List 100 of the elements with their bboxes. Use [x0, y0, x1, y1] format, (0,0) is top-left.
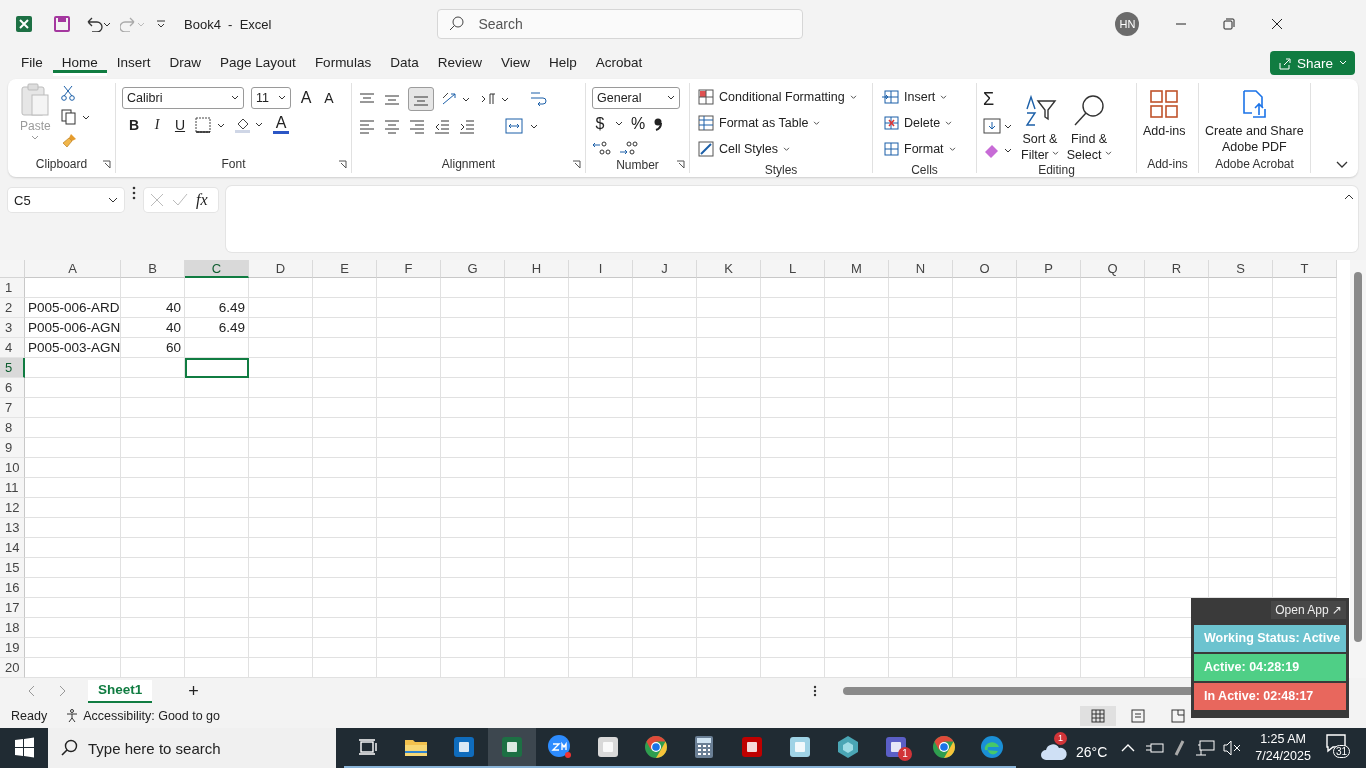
table-cell[interactable]	[633, 638, 697, 658]
table-cell[interactable]	[441, 518, 505, 538]
table-cell[interactable]	[889, 358, 953, 378]
row-header[interactable]: 14	[0, 538, 25, 558]
table-cell[interactable]	[697, 358, 761, 378]
table-cell[interactable]	[697, 438, 761, 458]
open-app-button[interactable]: Open App ↗	[1271, 601, 1346, 619]
table-cell[interactable]	[505, 558, 569, 578]
sort-filter-button[interactable]: Sort & Filter	[1021, 87, 1059, 163]
percent-button[interactable]: %	[630, 115, 646, 133]
table-cell[interactable]	[953, 518, 1017, 538]
table-cell[interactable]	[1209, 378, 1273, 398]
collapse-icon[interactable]	[1344, 194, 1354, 200]
table-cell[interactable]	[25, 498, 121, 518]
clock-time[interactable]: 1:25 AM	[1260, 731, 1306, 748]
table-cell[interactable]	[825, 438, 889, 458]
table-cell[interactable]	[313, 398, 377, 418]
name-box[interactable]: C5	[8, 188, 124, 212]
collapse-ribbon-icon[interactable]	[1336, 161, 1348, 169]
grow-font-button[interactable]: A	[298, 89, 314, 107]
ribbon-tab[interactable]: Review	[428, 50, 491, 76]
table-cell[interactable]	[633, 438, 697, 458]
column-header[interactable]: G	[441, 260, 505, 278]
table-cell[interactable]	[697, 398, 761, 418]
table-cell[interactable]	[1081, 358, 1145, 378]
table-cell[interactable]	[249, 318, 313, 338]
table-cell[interactable]	[1145, 458, 1209, 478]
table-cell[interactable]	[761, 378, 825, 398]
row-header[interactable]: 3	[0, 318, 25, 338]
shrink-font-button[interactable]: A	[321, 90, 337, 106]
table-cell[interactable]	[761, 538, 825, 558]
power-icon[interactable]	[1145, 741, 1166, 755]
row-header[interactable]: 18	[0, 618, 25, 638]
table-cell[interactable]	[1017, 378, 1081, 398]
share-button[interactable]: Share	[1269, 51, 1355, 75]
table-cell[interactable]	[185, 498, 249, 518]
table-cell[interactable]	[377, 498, 441, 518]
table-cell[interactable]	[1081, 338, 1145, 358]
table-cell[interactable]	[953, 278, 1017, 298]
table-cell[interactable]	[825, 458, 889, 478]
table-cell[interactable]	[953, 338, 1017, 358]
column-header[interactable]: J	[633, 260, 697, 278]
table-cell[interactable]	[1081, 438, 1145, 458]
notification-icon[interactable]	[1324, 733, 1347, 753]
table-cell[interactable]	[761, 398, 825, 418]
table-cell[interactable]	[121, 278, 185, 298]
table-cell[interactable]	[1145, 378, 1209, 398]
table-cell[interactable]	[505, 378, 569, 398]
table-cell[interactable]	[1209, 318, 1273, 338]
table-cell[interactable]	[889, 498, 953, 518]
table-cell[interactable]	[697, 538, 761, 558]
table-cell[interactable]	[313, 438, 377, 458]
table-cell[interactable]	[825, 398, 889, 418]
launcher-icon[interactable]	[572, 160, 581, 169]
table-cell[interactable]	[697, 498, 761, 518]
cells-menu-button[interactable]: Format	[881, 139, 968, 159]
table-cell[interactable]	[569, 518, 633, 538]
column-header[interactable]: D	[249, 260, 313, 278]
table-cell[interactable]	[441, 318, 505, 338]
table-cell[interactable]	[953, 578, 1017, 598]
fill-down-icon[interactable]	[983, 118, 1013, 134]
table-cell[interactable]	[121, 538, 185, 558]
table-cell[interactable]	[1081, 458, 1145, 478]
table-cell[interactable]	[505, 358, 569, 378]
table-cell[interactable]	[185, 278, 249, 298]
table-cell[interactable]	[505, 278, 569, 298]
table-cell[interactable]	[1209, 398, 1273, 418]
row-header[interactable]: 11	[0, 478, 25, 498]
currency-button[interactable]: $	[592, 115, 608, 133]
column-header[interactable]: N	[889, 260, 953, 278]
column-header[interactable]: S	[1209, 260, 1273, 278]
table-cell[interactable]	[1273, 278, 1337, 298]
ribbon-tab[interactable]: Help	[539, 50, 586, 76]
table-cell[interactable]	[1081, 298, 1145, 318]
row-header[interactable]: 6	[0, 378, 25, 398]
table-cell[interactable]	[313, 418, 377, 438]
borders-icon[interactable]	[195, 116, 227, 133]
table-cell[interactable]	[569, 558, 633, 578]
table-cell[interactable]	[1081, 638, 1145, 658]
scissors-icon[interactable]	[60, 85, 75, 101]
table-cell[interactable]	[825, 378, 889, 398]
table-cell[interactable]	[1017, 518, 1081, 538]
column-header[interactable]: P	[1017, 260, 1081, 278]
table-cell[interactable]	[889, 518, 953, 538]
table-cell[interactable]	[633, 498, 697, 518]
table-cell[interactable]	[633, 558, 697, 578]
table-cell[interactable]	[185, 478, 249, 498]
table-cell[interactable]	[1145, 338, 1209, 358]
column-header[interactable]: T	[1273, 260, 1337, 278]
table-cell[interactable]	[697, 418, 761, 438]
row-header[interactable]: 9	[0, 438, 25, 458]
decrease-decimal-icon[interactable]	[619, 139, 639, 157]
table-cell[interactable]	[1081, 538, 1145, 558]
search-field[interactable]: Search	[437, 9, 804, 39]
row-header[interactable]: 1	[0, 278, 25, 298]
table-cell[interactable]	[1017, 438, 1081, 458]
table-cell[interactable]	[121, 418, 185, 438]
table-cell[interactable]	[249, 338, 313, 358]
table-cell[interactable]	[121, 498, 185, 518]
table-cell[interactable]	[1081, 558, 1145, 578]
